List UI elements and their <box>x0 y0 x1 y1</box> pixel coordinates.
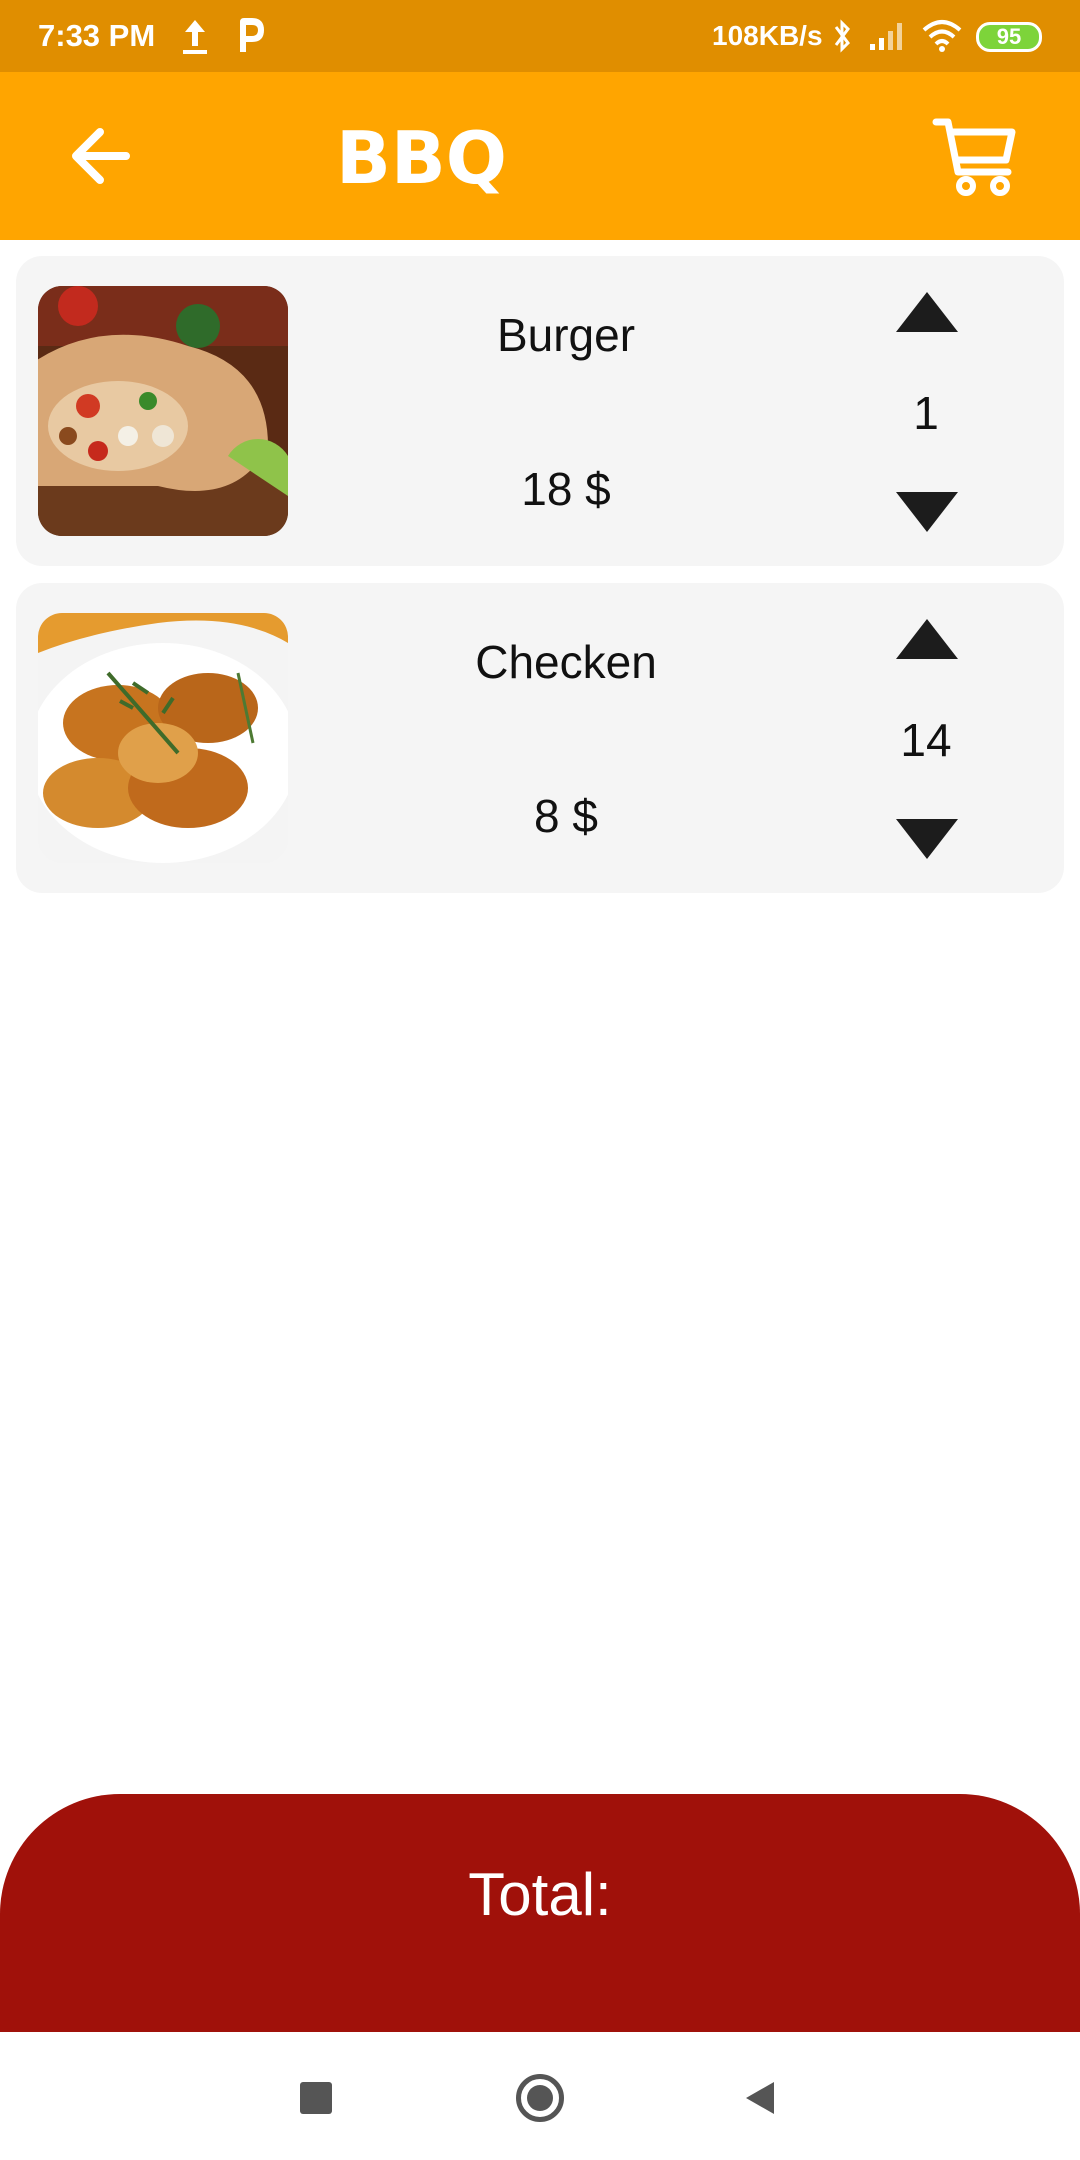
item-image <box>38 613 288 863</box>
triangle-down-icon[interactable] <box>894 817 960 861</box>
page-title: BBQ <box>336 116 507 200</box>
triangle-down-icon[interactable] <box>894 490 960 534</box>
total-panel: Total: <box>0 1794 1080 2032</box>
app-bar: BBQ <box>0 72 1080 240</box>
home-icon[interactable] <box>516 2074 564 2122</box>
battery-icon: 95 <box>976 22 1042 52</box>
cart-icon[interactable] <box>932 112 1018 198</box>
network-speed: 108KB/s <box>712 20 823 51</box>
p-icon <box>240 18 264 52</box>
signal-icon <box>870 23 902 50</box>
arrow-left-icon[interactable] <box>64 120 144 192</box>
total-label: Total: <box>468 1861 612 1928</box>
back-icon[interactable] <box>744 2080 776 2116</box>
item-image <box>38 286 288 536</box>
item-name: Checken <box>475 636 657 688</box>
item-quantity: 1 <box>913 387 939 439</box>
item-quantity: 14 <box>900 714 952 766</box>
status-time: 7:33 PM <box>38 18 156 53</box>
triangle-up-icon[interactable] <box>894 617 960 661</box>
bluetooth-icon <box>834 19 850 53</box>
item-name: Burger <box>496 309 636 361</box>
upload-icon <box>183 20 207 54</box>
system-nav-bar <box>0 2032 1080 2160</box>
triangle-up-icon[interactable] <box>894 290 960 334</box>
wifi-icon <box>922 20 962 52</box>
cart-item-card: Burger 18 $ 1 <box>16 256 1064 566</box>
cart-item-card: Checken 8 $ 14 <box>16 583 1064 893</box>
item-price: 18 $ <box>521 463 611 515</box>
recents-icon[interactable] <box>300 2082 332 2114</box>
item-price: 8 $ <box>534 790 598 842</box>
status-bar: 7:33 PM 108KB/s 95 <box>0 0 1080 72</box>
